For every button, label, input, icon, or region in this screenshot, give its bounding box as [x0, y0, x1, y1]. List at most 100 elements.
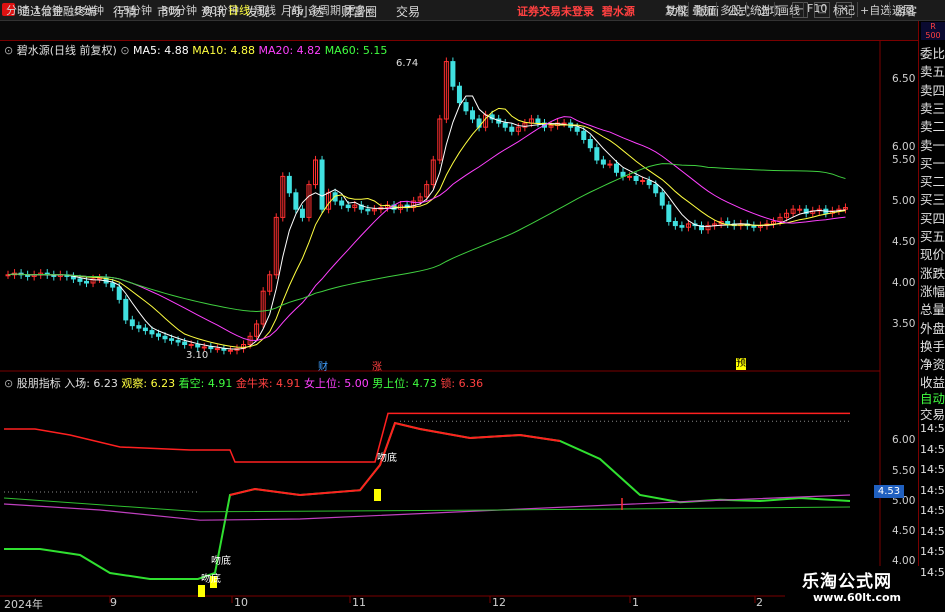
btn-tongji[interactable]: 统计 [750, 2, 772, 18]
badge-500: 500 [925, 31, 941, 40]
btn-duogu[interactable]: 多股 [720, 2, 742, 18]
candle-body [214, 348, 220, 351]
btn-fuquan[interactable]: 复权 [665, 2, 687, 18]
x-tick: 11 [352, 596, 366, 609]
ma10-label: MA10: 4.88 [192, 44, 255, 57]
tab-monthly[interactable]: 月线 [281, 2, 303, 18]
toolbar-separator [774, 2, 775, 17]
candle-body [136, 325, 142, 329]
tab-1min[interactable]: 1分钟 [34, 2, 63, 18]
ind-lock: 锁: 6.36 [440, 377, 484, 390]
candle-body [227, 349, 233, 352]
candle-body [286, 175, 292, 194]
tab-multi-period[interactable]: 多周期 [308, 2, 341, 18]
ind-y-tick: 4.50 [892, 525, 916, 537]
btn-back[interactable]: 返回 [892, 2, 914, 18]
btn-huaxian[interactable]: 画线 [778, 2, 800, 18]
btn-biaoji[interactable]: 标记 [833, 2, 855, 18]
quote-field-3: 卖三 [920, 100, 945, 116]
tab-fenshi[interactable]: 分时 [6, 2, 28, 18]
kiss-bottom-label: 吻底 [377, 453, 397, 464]
candle-body [725, 221, 731, 225]
tab-more[interactable]: 更多› [344, 2, 370, 18]
candle-body [293, 192, 299, 210]
btn-add-watchlist[interactable]: +自选 [860, 2, 891, 18]
x-tick: 9 [110, 596, 117, 609]
candle-body [116, 286, 122, 300]
ma20-label: MA20: 4.82 [258, 44, 322, 57]
candle-body [633, 175, 639, 181]
quote-field-7: 买二 [920, 174, 945, 190]
quote-field-1: 卖五 [920, 64, 945, 80]
indicator-upper-line [4, 412, 850, 463]
indicator-settings-icon[interactable]: ⊙ [4, 377, 13, 390]
quote-field-0: 委比 [920, 46, 945, 61]
quote-field-16: 换手 [920, 338, 945, 354]
x-tick: 10 [234, 596, 248, 609]
high-price-label: 6.74 [396, 58, 419, 69]
chart-settings-icon[interactable]: ⊙ [120, 44, 129, 57]
y-tick: 3.50 [892, 318, 916, 330]
finance-marker[interactable]: 财 [318, 358, 328, 373]
toolbar-separator [746, 2, 747, 17]
tab-30min[interactable]: 30分钟 [161, 2, 197, 18]
candle-body [653, 184, 659, 194]
candle-body [797, 208, 803, 211]
tick-time-5: 14:56 [920, 524, 945, 538]
forecast-marker[interactable]: 预 [736, 358, 746, 370]
btn-diejia[interactable]: 叠加 [692, 2, 714, 18]
kline-chart[interactable] [0, 41, 918, 609]
period-toolbar [0, 21, 918, 41]
candle-body [470, 110, 476, 120]
trade-button[interactable]: 交易 [920, 404, 945, 423]
tab-daily[interactable]: 日线 [228, 2, 250, 18]
candle-body [620, 171, 626, 177]
tab-5min[interactable]: 5分钟 [75, 2, 104, 18]
notice-text: 证券交易未登录 [517, 5, 594, 18]
quote-field-8: 买三 [920, 192, 945, 208]
ind-y-tick: 5.50 [892, 465, 916, 477]
ind-y-tick: 6.00 [892, 434, 916, 446]
tab-15min[interactable]: 15分钟 [116, 2, 152, 18]
x-tick: 2 [756, 596, 763, 609]
quote-badge[interactable]: R 500 [921, 22, 945, 40]
tab-weekly[interactable]: 周线 [254, 2, 276, 18]
trade-login-notice[interactable]: 证券交易未登录 碧水源 [517, 3, 635, 19]
chart-settings-icon[interactable]: ⊙ [4, 44, 13, 57]
x-tick: 12 [492, 596, 506, 609]
menu-jiaoyi[interactable]: 交易 [396, 3, 420, 20]
btn-f10[interactable]: F10 [807, 2, 827, 15]
toolbar-separator [829, 2, 830, 17]
ind-male: 男上位: 4.73 [372, 377, 437, 390]
x-tick: 1 [632, 596, 639, 609]
watermark-title: 乐淘公式网 [802, 572, 892, 592]
candle-body [162, 335, 168, 340]
quote-field-6: 买一 [920, 155, 945, 171]
limit-up-marker[interactable]: 涨 [372, 358, 382, 373]
toolbar-separator [688, 2, 689, 17]
ma20-line [7, 116, 846, 341]
candle-body [594, 147, 600, 161]
toolbar-separator [889, 2, 890, 17]
candle-body [201, 346, 207, 349]
main-chart-header: ⊙ 碧水源(日线 前复权) ⊙ MA5: 4.88 MA10: 4.88 MA2… [4, 42, 387, 58]
tick-time-6: 14:56 [920, 545, 945, 558]
candle-body [142, 327, 148, 332]
candle-body [600, 159, 606, 165]
quote-field-12: 涨跌 [920, 265, 945, 281]
candle-body [640, 180, 646, 182]
candle-body [182, 341, 188, 346]
candle-body [607, 163, 613, 166]
notice-stock: 碧水源 [601, 5, 635, 18]
candle-body [77, 278, 83, 282]
quote-field-15: 外盘 [920, 320, 945, 336]
candle-body [456, 85, 462, 104]
candle-body [149, 330, 155, 335]
toolbar-separator [803, 2, 804, 17]
candle-body [666, 204, 672, 223]
ma10-line [7, 107, 846, 348]
candle-body [535, 118, 541, 124]
y-tick: 4.00 [892, 277, 916, 289]
ind-female: 女上位: 5.00 [304, 377, 369, 390]
tick-time-2: 14:56 [920, 463, 945, 476]
